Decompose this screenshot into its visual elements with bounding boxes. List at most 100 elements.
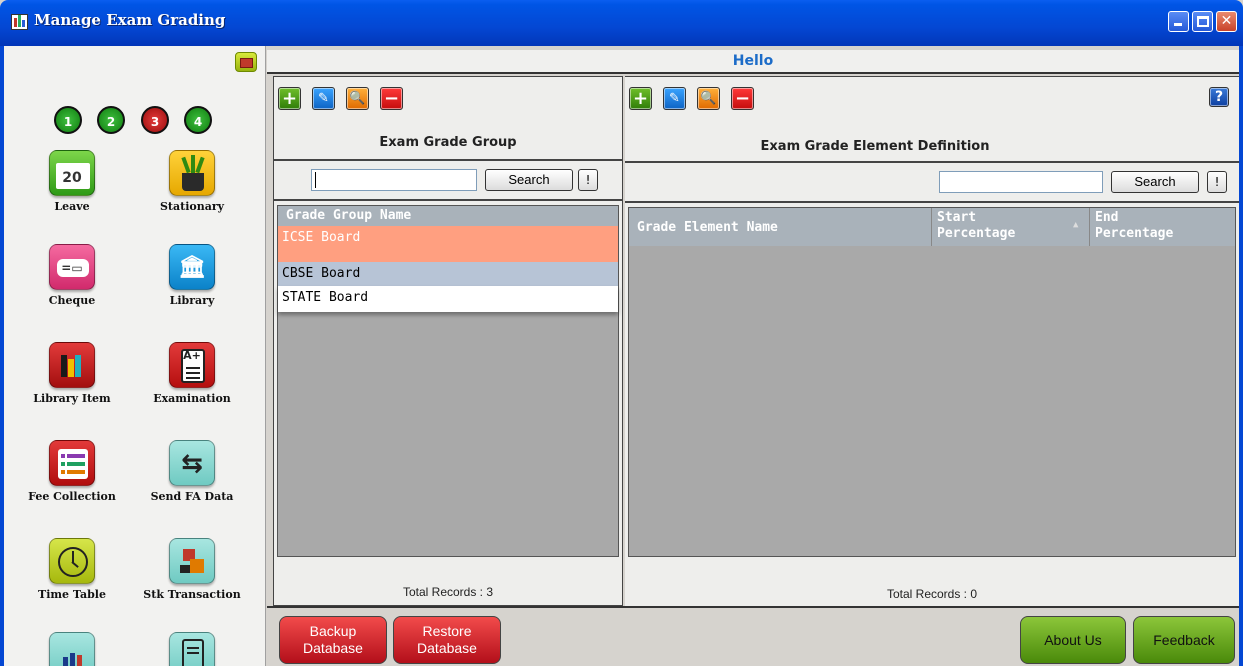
exclaim-button[interactable]: ! <box>1207 171 1227 193</box>
button-line: Backup <box>309 623 357 639</box>
delete-button[interactable]: − <box>731 87 754 110</box>
maximize-icon <box>1197 16 1209 27</box>
tile-stationary[interactable]: Stationary <box>132 150 252 213</box>
app-icon <box>11 14 28 30</box>
stock-transfer-icon <box>169 538 215 584</box>
table-row-selected[interactable]: ICSE Board <box>278 226 618 262</box>
column-header-end-percentage[interactable]: End Percentage <box>1095 210 1173 242</box>
sidebar: 1 2 3 4 20 Leave Stationary =▭ Cheque 🏛 … <box>4 46 266 666</box>
tile-label: Examination <box>153 392 231 405</box>
edit-button[interactable]: ✎ <box>663 87 686 110</box>
tile-label: Cheque <box>48 294 96 307</box>
header-line: Start <box>937 210 977 225</box>
step-1-badge[interactable]: 1 <box>54 106 82 134</box>
tile-cheque[interactable]: =▭ Cheque <box>12 244 132 307</box>
divider <box>274 159 622 161</box>
about-us-button[interactable]: About Us <box>1020 616 1126 664</box>
minus-icon: − <box>383 88 400 109</box>
tile-library[interactable]: 🏛 Library <box>132 244 252 307</box>
grid-header: Grade Element Name Start Percentage ▲ En… <box>629 208 1235 246</box>
sort-up-icon[interactable]: ▲ <box>1073 220 1078 230</box>
table-row[interactable]: STATE Board <box>278 286 618 312</box>
button-line: Database <box>303 640 363 656</box>
button-line: Restore <box>422 623 472 639</box>
tile-report[interactable] <box>12 632 132 666</box>
tile-leave[interactable]: 20 Leave <box>12 150 132 213</box>
restore-database-button[interactable]: Restore Database <box>393 616 501 664</box>
tile-library-item[interactable]: Library Item <box>12 342 132 405</box>
column-header-grade-element-name[interactable]: Grade Element Name <box>637 220 778 235</box>
step-3-badge[interactable]: 3 <box>141 106 169 134</box>
backup-database-button[interactable]: Backup Database <box>279 616 387 664</box>
tile-send-fa-data[interactable]: ⇆ Send FA Data <box>132 440 252 503</box>
tile-label: Stationary <box>159 200 225 213</box>
add-button[interactable]: + <box>278 87 301 110</box>
minus-icon: − <box>734 88 751 109</box>
tile-stk-transaction[interactable]: Stk Transaction <box>132 538 252 601</box>
close-button[interactable]: ✕ <box>1216 11 1237 32</box>
minimize-icon <box>1174 23 1182 26</box>
tile-label: Leave <box>54 200 90 213</box>
search-button[interactable]: Search <box>1111 171 1199 193</box>
search-input[interactable] <box>939 171 1103 193</box>
edit-button[interactable]: ✎ <box>312 87 335 110</box>
button-line: Database <box>417 640 477 656</box>
question-icon: ? <box>1214 89 1224 105</box>
step-2-badge[interactable]: 2 <box>97 106 125 134</box>
add-button[interactable]: + <box>629 87 652 110</box>
plus-icon: + <box>632 88 649 109</box>
greeting-bar: Hello <box>267 50 1239 74</box>
maximize-button[interactable] <box>1192 11 1213 32</box>
header-line: Percentage <box>1095 226 1174 241</box>
grade-element-panel: + ✎ 🔍 − ? Exam Grade Element Definition … <box>625 76 1239 606</box>
search-input[interactable] <box>311 169 477 191</box>
find-button[interactable]: 🔍 <box>697 87 720 110</box>
plant-pot-icon <box>169 150 215 196</box>
grade-group-panel: + ✎ 🔍 − Exam Grade Group Search ! Grade … <box>273 76 623 606</box>
table-row[interactable]: CBSE Board <box>278 262 618 286</box>
close-icon: ✕ <box>1220 13 1233 29</box>
column-header-start-percentage[interactable]: Start Percentage <box>937 210 1015 242</box>
tile-time-table[interactable]: Time Table <box>12 538 132 601</box>
search-button[interactable]: Search <box>485 169 573 191</box>
window-title: Manage Exam Grading <box>34 11 226 29</box>
find-button[interactable]: 🔍 <box>346 87 369 110</box>
exam-sheet-icon: A+ <box>169 342 215 388</box>
transfer-arrows-icon: ⇆ <box>169 440 215 486</box>
library-building-icon: 🏛 <box>169 244 215 290</box>
title-bar: Manage Exam Grading ✕ <box>0 0 1243 46</box>
delete-button[interactable]: − <box>380 87 403 110</box>
exclaim-button[interactable]: ! <box>578 169 598 191</box>
header-line: Percentage <box>937 226 1016 241</box>
tile-label: Stk Transaction <box>143 588 241 601</box>
calendar-icon: 20 <box>49 150 95 196</box>
chat-icon[interactable] <box>235 52 257 72</box>
column-header-grade-group-name[interactable]: Grade Group Name <box>278 206 618 226</box>
cheque-icon: =▭ <box>49 244 95 290</box>
plus-icon: + <box>281 88 298 109</box>
tile-clipboard[interactable] <box>132 632 252 666</box>
list-icon <box>49 440 95 486</box>
clipboard-icon <box>169 632 215 666</box>
magnifier-icon: 🔍 <box>700 91 717 106</box>
client-area: 1 2 3 4 20 Leave Stationary =▭ Cheque 🏛 … <box>4 46 1239 666</box>
grade-element-grid: Grade Element Name Start Percentage ▲ En… <box>628 207 1236 557</box>
tile-examination[interactable]: A+ Examination <box>132 342 252 405</box>
header-line: End <box>1095 210 1119 225</box>
total-records: Total Records : 3 <box>402 585 494 599</box>
grade-group-grid: Grade Group Name ICSE Board CBSE Board S… <box>277 205 619 557</box>
help-button[interactable]: ? <box>1209 87 1229 107</box>
minimize-button[interactable] <box>1168 11 1189 32</box>
bar-chart-icon <box>49 632 95 666</box>
feedback-button[interactable]: Feedback <box>1133 616 1235 664</box>
magnifier-icon: 🔍 <box>349 91 366 106</box>
panel-title: Exam Grade Element Definition <box>760 139 990 154</box>
clock-icon <box>49 538 95 584</box>
step-4-badge[interactable]: 4 <box>184 106 212 134</box>
greeting-text: Hello <box>732 53 774 69</box>
tile-fee-collection[interactable]: Fee Collection <box>12 440 132 503</box>
tile-label: Library Item <box>33 392 111 405</box>
panel-title: Exam Grade Group <box>379 135 517 150</box>
tile-label: Time Table <box>38 588 106 601</box>
tile-label: Fee Collection <box>28 490 116 503</box>
